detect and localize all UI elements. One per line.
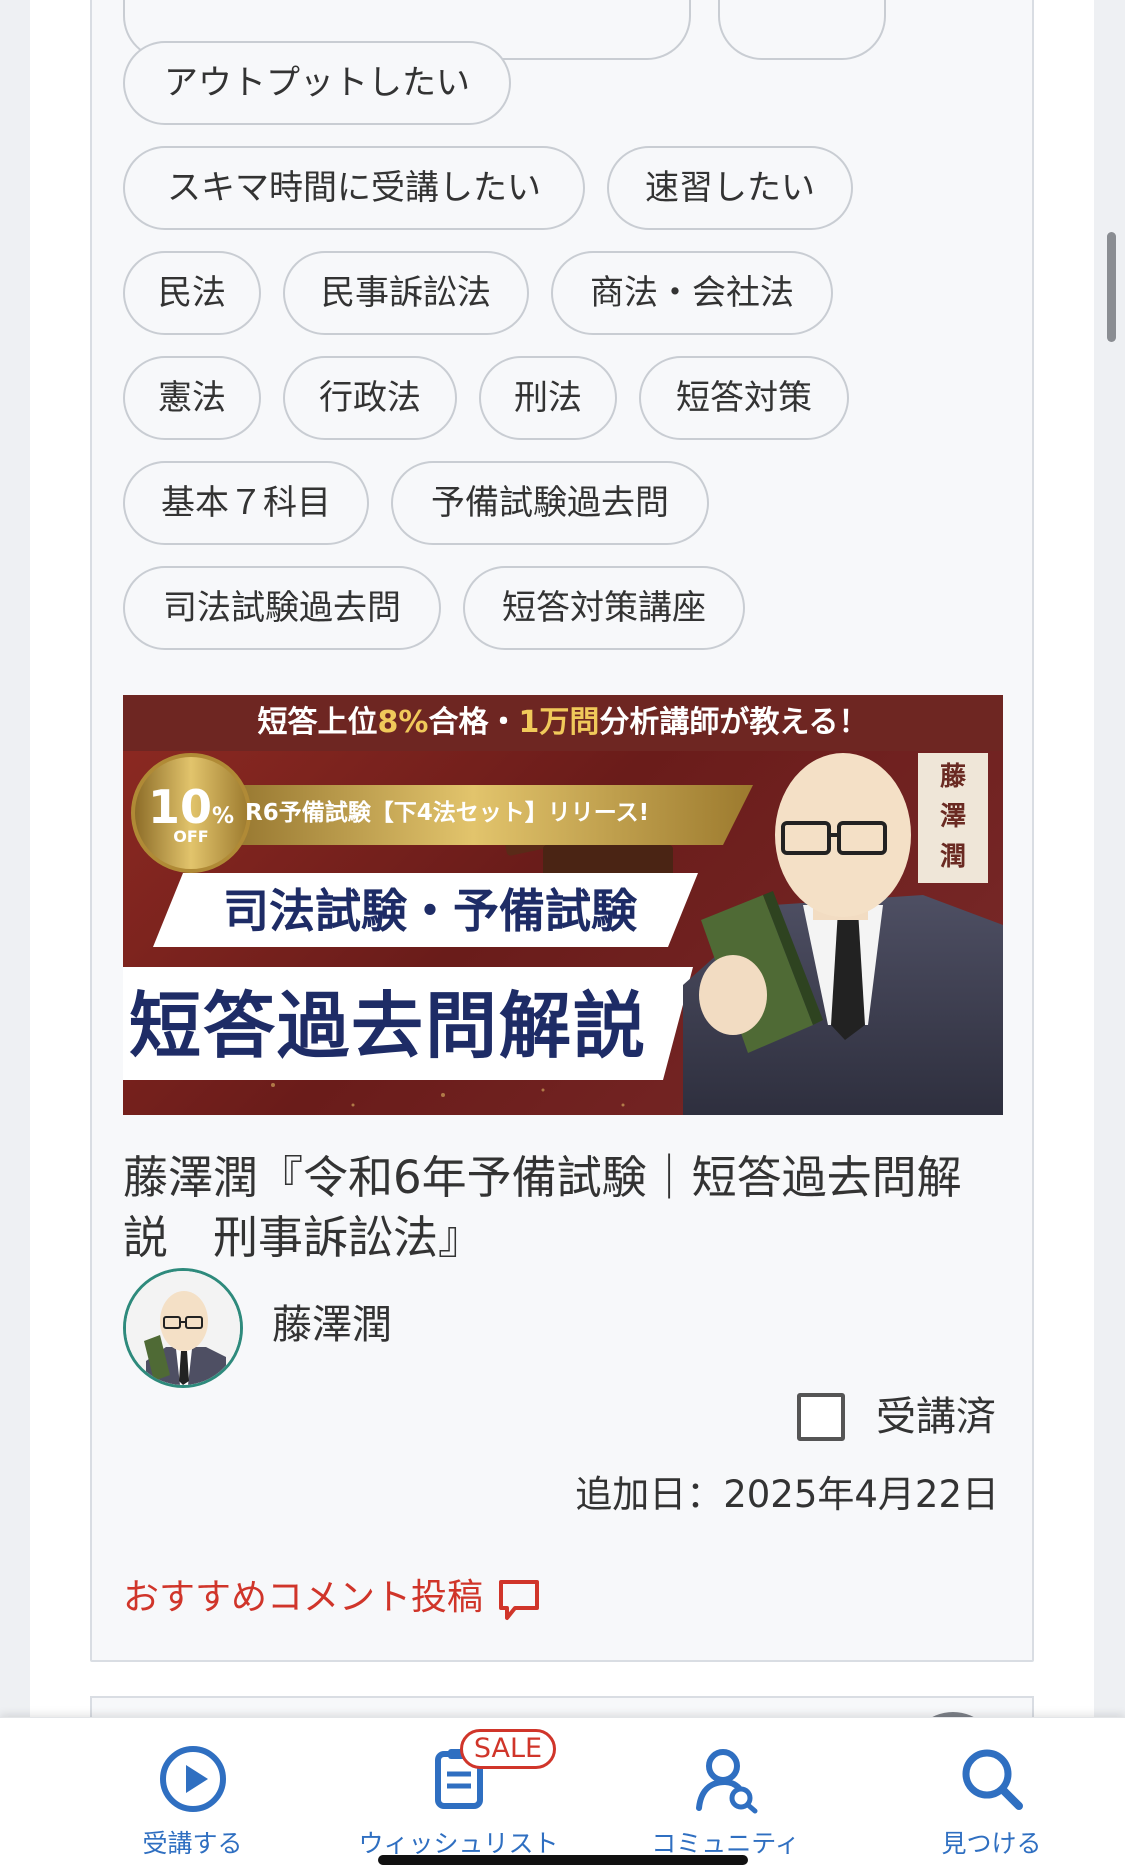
scrollbar[interactable] [1107, 232, 1116, 342]
completed-checkbox[interactable] [797, 1393, 845, 1441]
community-icon [695, 1749, 757, 1814]
banner-vertical-name: 藤澤潤 [939, 762, 966, 872]
tag-chip[interactable]: 民事訴訟法 [283, 251, 529, 335]
tag-label: 司法試験過去問 [163, 588, 401, 628]
tag-label: 商法・会社法 [590, 273, 794, 313]
comment-icon[interactable] [497, 1578, 541, 1622]
bottom-tab-bar: 受講する ウィッシュリスト コミュニティ 見つける [0, 1717, 1125, 1867]
tag-chip[interactable] [718, 0, 886, 60]
sale-badge: SALE [460, 1729, 556, 1769]
tag-label: 行政法 [319, 378, 421, 418]
tag-chip[interactable]: 予備試験過去問 [391, 461, 709, 545]
tag-label: スキマ時間に受講したい [167, 168, 541, 208]
tag-chip[interactable]: 短答対策講座 [463, 566, 745, 650]
tag-label: 民法 [158, 273, 226, 313]
author-avatar-image [126, 1271, 240, 1385]
tag-chip[interactable]: 司法試験過去問 [123, 566, 441, 650]
banner-release-text: R6予備試験【下4法セット】リリース! [245, 800, 650, 826]
author-name[interactable]: 藤澤潤 [272, 1300, 392, 1350]
tag-chip[interactable]: 刑法 [479, 356, 617, 440]
tag-chip[interactable]: 基本７科目 [123, 461, 369, 545]
home-indicator[interactable] [378, 1855, 748, 1865]
recommend-comment-link[interactable]: おすすめコメント投稿 [123, 1572, 483, 1624]
course-title[interactable]: 藤澤潤『令和6年予備試験｜短答過去問解説 刑事訴訟法』 [123, 1148, 1003, 1268]
tag-label: 速習したい [645, 168, 815, 208]
tag-label: 短答対策 [676, 378, 812, 418]
banner-main-title: 短答過去問解説 [129, 983, 648, 1068]
tag-label: 短答対策講座 [502, 588, 706, 628]
tag-chip[interactable]: 短答対策 [639, 356, 849, 440]
tab-wishlist[interactable]: ウィッシュリスト [318, 1718, 599, 1867]
tab-label: 見つける [941, 1829, 1042, 1858]
tag-chip[interactable]: 速習したい [607, 146, 853, 230]
tab-label: 受講する [142, 1829, 243, 1858]
tag-chip[interactable]: スキマ時間に受講したい [123, 146, 585, 230]
tag-chip[interactable]: 憲法 [123, 356, 261, 440]
tab-discover[interactable]: 見つける [851, 1718, 1125, 1867]
tab-take-course[interactable]: 受講する [52, 1718, 333, 1867]
banner-subtitle: 司法試験・予備試験 [223, 884, 637, 938]
tag-chip[interactable]: アウトプットしたい [123, 41, 511, 125]
search-icon [962, 1749, 1023, 1810]
tag-label: 予備試験過去問 [431, 483, 669, 523]
tag-label: 民事訴訟法 [321, 273, 491, 313]
author-avatar[interactable] [123, 1268, 243, 1388]
discount-badge: 10% OFF [147, 780, 235, 846]
tag-label: 基本７科目 [161, 483, 331, 523]
play-circle-icon [159, 1746, 226, 1812]
course-banner-image[interactable]: 短答上位8%合格・1万問分析講師が教える！ 10% OFF R6予備試験【下4法… [123, 695, 1003, 1115]
tag-label: アウトプットしたい [164, 63, 470, 103]
added-date: 追加日：2025年4月22日 [575, 1473, 999, 1516]
tab-community[interactable]: コミュニティ [585, 1718, 866, 1867]
tag-chip[interactable]: 商法・会社法 [551, 251, 833, 335]
completed-label: 受講済 [876, 1394, 996, 1440]
tag-chip[interactable]: 行政法 [283, 356, 457, 440]
tag-label: 憲法 [158, 378, 226, 418]
tag-chip[interactable]: 民法 [123, 251, 261, 335]
banner-headline: 短答上位8%合格・1万問分析講師が教える！ [257, 705, 869, 740]
tag-label: 刑法 [514, 378, 582, 418]
